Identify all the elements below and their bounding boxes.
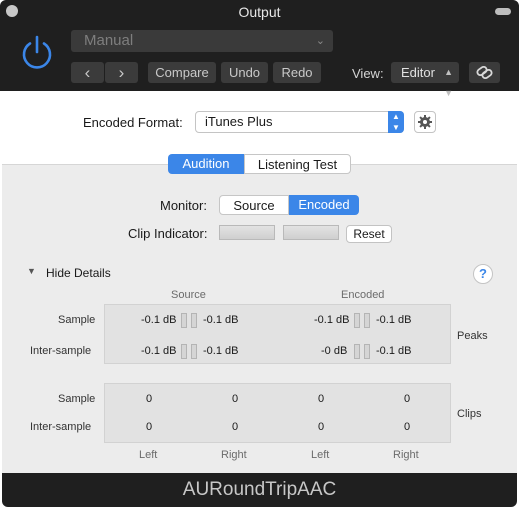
clip-sample-source-left: 0 xyxy=(145,393,153,405)
peak-meter-bar xyxy=(191,344,197,359)
peak-meter-bar xyxy=(354,313,360,328)
peak-meter-bar xyxy=(181,344,187,359)
next-preset-button[interactable]: › xyxy=(105,62,138,83)
power-icon[interactable] xyxy=(18,34,56,72)
updown-arrows-icon: ▲ ▼ xyxy=(388,111,404,133)
clips-label: Clips xyxy=(457,408,482,420)
clip-inter-source-left: 0 xyxy=(145,421,153,433)
peak-meter-bar xyxy=(181,313,187,328)
peaks-inter-sample-label: Inter-sample xyxy=(30,345,92,357)
encoded-format-label: Encoded Format: xyxy=(83,115,183,130)
disclosure-triangle-icon[interactable]: ▼ xyxy=(27,266,36,276)
window-title: Output xyxy=(238,4,281,20)
peak-meter-bar xyxy=(191,313,197,328)
source-header: Source xyxy=(171,289,206,301)
column-label-left-source: Left xyxy=(139,449,158,461)
link-button[interactable] xyxy=(469,62,500,83)
previous-preset-button[interactable]: ‹ xyxy=(71,62,104,83)
tab-listening-test[interactable]: Listening Test xyxy=(244,154,351,174)
column-label-right-source: Right xyxy=(221,449,247,461)
peak-inter-encoded-left: -0 dB xyxy=(321,345,348,357)
help-button[interactable]: ? xyxy=(473,264,493,284)
peaks-sample-label: Sample xyxy=(58,314,96,326)
clips-box xyxy=(104,383,451,443)
clip-sample-encoded-left: 0 xyxy=(317,393,325,405)
column-label-left-encoded: Left xyxy=(311,449,330,461)
encoded-format-select[interactable]: iTunes Plus ▲ ▼ xyxy=(195,111,404,133)
gear-icon xyxy=(418,115,432,129)
redo-button[interactable]: Redo xyxy=(273,62,321,83)
peak-meter-bar xyxy=(364,313,370,328)
peak-sample-source-right: -0.1 dB xyxy=(203,314,239,326)
clips-inter-sample-label: Inter-sample xyxy=(30,421,92,433)
clip-inter-encoded-right: 0 xyxy=(403,421,411,433)
view-label: View: xyxy=(352,66,384,81)
hide-details-toggle[interactable]: Hide Details xyxy=(46,266,111,280)
clip-indicator-label: Clip Indicator: xyxy=(128,226,208,241)
peak-meter-bar xyxy=(364,344,370,359)
compare-button[interactable]: Compare xyxy=(148,62,216,83)
format-settings-button[interactable] xyxy=(414,111,436,133)
preset-menu[interactable]: Manual ⌄ xyxy=(71,30,333,52)
clip-sample-source-right: 0 xyxy=(231,393,239,405)
chevron-down-icon: ⌄ xyxy=(315,35,325,47)
view-value: Editor xyxy=(401,65,435,80)
monitor-encoded-button[interactable]: Encoded xyxy=(289,195,359,215)
encoded-format-value: iTunes Plus xyxy=(205,114,273,129)
undo-button[interactable]: Undo xyxy=(221,62,268,83)
monitor-label: Monitor: xyxy=(160,198,207,213)
encoded-header: Encoded xyxy=(341,289,385,301)
plugin-header: Output Manual ⌄ ‹ › Compare Undo Redo Vi… xyxy=(0,0,519,98)
view-select[interactable]: Editor ▲ ▼ xyxy=(391,62,459,98)
plugin-window: Output Manual ⌄ ‹ › Compare Undo Redo Vi… xyxy=(0,0,519,509)
monitor-source-button[interactable]: Source xyxy=(219,195,289,215)
column-label-right-encoded: Right xyxy=(393,449,419,461)
peak-sample-encoded-left: -0.1 dB xyxy=(314,314,350,326)
clip-indicator-encoded xyxy=(283,225,339,240)
clip-inter-encoded-left: 0 xyxy=(317,421,325,433)
peak-inter-source-right: -0.1 dB xyxy=(203,345,239,357)
peak-meter-bar xyxy=(354,344,360,359)
clip-indicator-source xyxy=(219,225,275,240)
updown-arrows-icon: ▲ ▼ xyxy=(444,67,453,98)
peaks-label: Peaks xyxy=(457,330,488,342)
reset-button[interactable]: Reset xyxy=(346,225,392,243)
link-icon xyxy=(476,65,493,80)
peak-inter-encoded-right: -0.1 dB xyxy=(376,345,412,357)
clip-inter-source-right: 0 xyxy=(231,421,239,433)
preset-value: Manual xyxy=(84,32,134,49)
clips-sample-label: Sample xyxy=(58,393,96,405)
peak-sample-encoded-right: -0.1 dB xyxy=(376,314,412,326)
tab-audition[interactable]: Audition xyxy=(168,154,244,174)
plugin-name-footer: AURoundTripAAC xyxy=(2,473,517,507)
peak-sample-source-left: -0.1 dB xyxy=(141,314,177,326)
peak-inter-source-left: -0.1 dB xyxy=(141,345,177,357)
clip-sample-encoded-right: 0 xyxy=(403,393,411,405)
